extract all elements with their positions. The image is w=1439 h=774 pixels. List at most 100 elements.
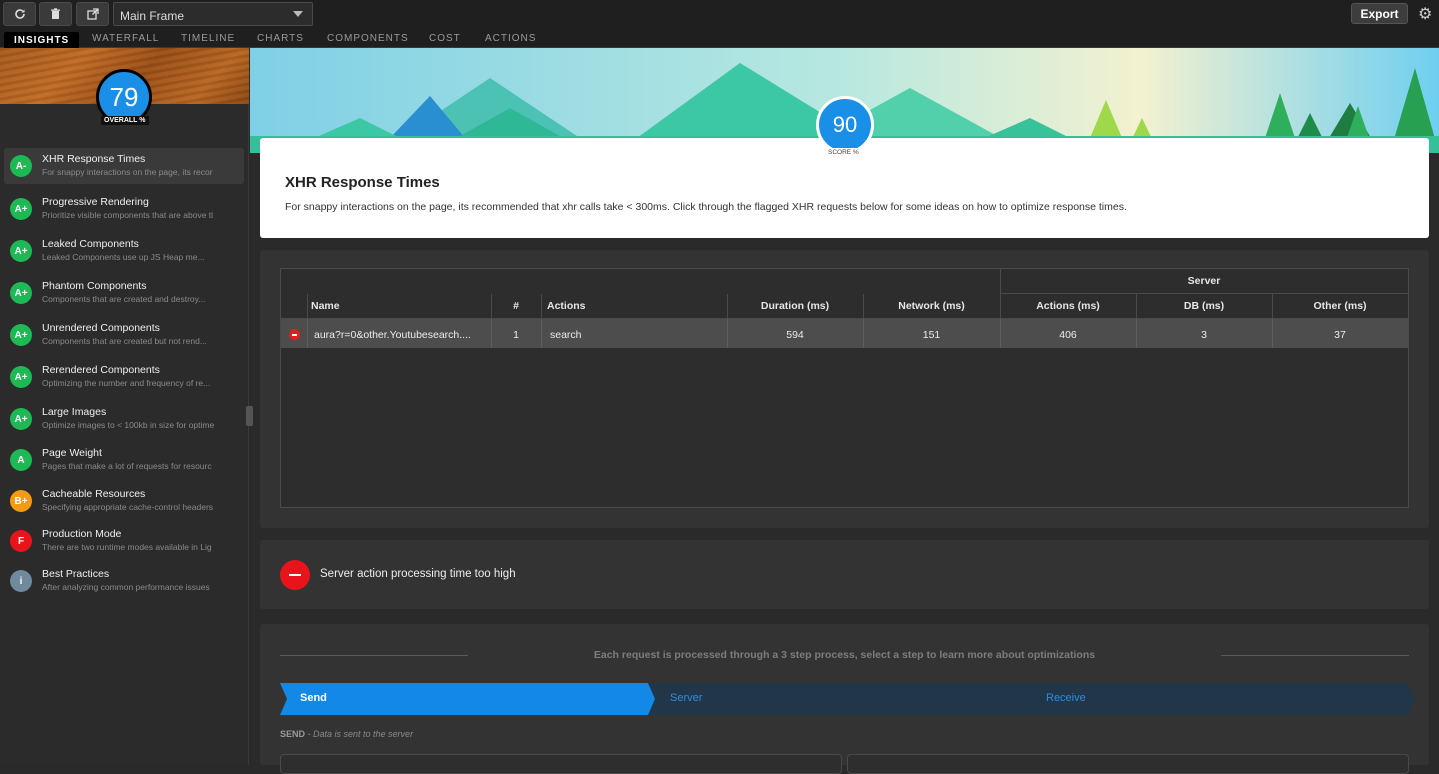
grade-badge: A-	[10, 155, 32, 177]
insights-sidebar: 79 OVERALL % A- XHR Response Times For sna…	[0, 48, 249, 765]
sidebar-item-description: Pages that make a lot of requests for re…	[42, 461, 212, 471]
refresh-icon	[14, 9, 25, 19]
sidebar-item[interactable]: B+ Cacheable Resources Specifying appropri…	[4, 483, 244, 519]
sidebar-resize-handle[interactable]	[246, 406, 253, 426]
step-caption: SEND - Data is sent to the server	[280, 729, 413, 739]
col-header-name[interactable]: Name	[311, 300, 340, 312]
xhr-table: Server Name # Actions Duration (ms) Netw…	[280, 268, 1409, 508]
grade-badge: A+	[10, 366, 32, 388]
sidebar-item[interactable]: A+ Progressive Rendering Prioritize visibl…	[4, 191, 244, 227]
sidebar-item-title: Large Images	[42, 406, 107, 418]
cell-count: 1	[513, 329, 519, 341]
clear-button[interactable]	[39, 2, 72, 26]
grade-badge: A+	[10, 282, 32, 304]
tab-timeline[interactable]: TIMELINE	[181, 33, 235, 44]
sidebar-item[interactable]: A- XHR Response Times For snappy interacti…	[4, 148, 244, 184]
sidebar-item-title: Leaked Components	[42, 238, 139, 250]
step-arrows	[280, 683, 1415, 715]
insight-score: 90	[816, 96, 874, 154]
tab-components[interactable]: COMPONENTS	[327, 33, 409, 44]
sidebar-item[interactable]: A Page Weight Pages that make a lot of req…	[4, 442, 244, 478]
sidebar-item[interactable]: F Production Mode There are two runtime mo…	[4, 523, 244, 559]
tab-actions[interactable]: ACTIONS	[485, 33, 536, 44]
tab-cost[interactable]: COST	[429, 33, 461, 44]
insight-title: XHR Response Times	[285, 174, 440, 191]
server-group-header: Server	[1187, 275, 1221, 287]
sidebar-item-title: Production Mode	[42, 528, 122, 540]
popout-button[interactable]	[76, 2, 109, 26]
tab-waterfall[interactable]: WATERFALL	[92, 33, 159, 44]
tab-insights[interactable]: INSIGHTS	[4, 32, 80, 49]
cell-db: 3	[1201, 329, 1207, 341]
gear-icon[interactable]: ⚙	[1418, 4, 1432, 24]
export-button[interactable]: Export	[1351, 3, 1408, 24]
detail-box-right	[847, 754, 1409, 774]
grade-badge: A+	[10, 408, 32, 430]
sidebar-item-title: Cacheable Resources	[42, 488, 146, 500]
cell-server-actions: 406	[1059, 329, 1077, 341]
sidebar-item-description: Leaked Components use up JS Heap me...	[42, 252, 205, 262]
cell-name: aura?r=0&other.Youtubesearch....	[314, 329, 471, 341]
sidebar-item-title: XHR Response Times	[42, 153, 146, 165]
sidebar-item[interactable]: A+ Unrendered Components Components that a…	[4, 317, 244, 353]
col-header-other[interactable]: Other (ms)	[1272, 300, 1408, 312]
grade-badge: A+	[10, 198, 32, 220]
sidebar-item-title: Progressive Rendering	[42, 196, 149, 208]
external-link-icon	[86, 8, 99, 20]
cell-action: search	[550, 329, 582, 341]
cell-other: 37	[1334, 329, 1346, 341]
cell-network: 151	[922, 329, 941, 341]
grade-badge: A	[10, 449, 32, 471]
error-icon	[280, 560, 310, 590]
sidebar-item-description: Components that are created but not rend…	[42, 336, 207, 346]
sidebar-item-description: Prioritize visible components that are a…	[42, 210, 214, 220]
chevron-down-icon	[293, 11, 303, 17]
sidebar-item-description: Optimizing the number and frequency of r…	[42, 378, 211, 388]
overall-score-label: OVERALL %	[101, 116, 149, 125]
sidebar-item[interactable]: A+ Large Images Optimize images to < 100kb…	[4, 401, 244, 437]
step-send-label[interactable]: Send	[300, 692, 327, 704]
col-header-actions[interactable]: Actions	[547, 300, 586, 312]
grade-badge: A+	[10, 324, 32, 346]
sidebar-item-description: Optimize images to < 100kb in size for o…	[42, 420, 215, 430]
sidebar-item-title: Phantom Components	[42, 280, 147, 292]
col-header-duration[interactable]: Duration (ms)	[727, 300, 863, 312]
detail-box-left	[280, 754, 842, 774]
col-header-network[interactable]: Network (ms)	[863, 300, 1000, 312]
step-server[interactable]	[648, 683, 1034, 715]
sidebar-item-title: Best Practices	[42, 568, 110, 580]
grade-badge: i	[10, 570, 32, 592]
sidebar-item[interactable]: i Best Practices After analyzing common pe…	[4, 563, 244, 599]
step-send[interactable]	[280, 683, 655, 715]
sidebar-item[interactable]: A+ Leaked Components Leaked Components use…	[4, 233, 244, 269]
refresh-button[interactable]	[3, 2, 36, 26]
grade-badge: F	[10, 530, 32, 552]
toolbar: Main Frame Export ⚙	[0, 0, 1439, 30]
step-receive-label[interactable]: Receive	[1046, 692, 1086, 704]
step-server-label[interactable]: Server	[670, 692, 702, 704]
col-header-count[interactable]: #	[491, 300, 541, 312]
col-header-db[interactable]: DB (ms)	[1136, 300, 1272, 312]
sidebar-item-description: Specifying appropriate cache-control hea…	[42, 502, 214, 512]
frame-select-value: Main Frame	[120, 9, 185, 23]
table-row[interactable]: aura?r=0&other.Youtubesearch.... 1 searc…	[281, 319, 1408, 348]
grade-badge: A+	[10, 240, 32, 262]
sidebar-item-description: There are two runtime modes available in…	[42, 542, 212, 552]
step-caption-text: - Data is sent to the server	[305, 729, 414, 739]
divider	[1221, 655, 1409, 656]
sidebar-item-description: For snappy interactions on the page, its…	[42, 167, 213, 177]
steps-caption: Each request is processed through a 3 st…	[593, 649, 1096, 661]
sidebar-item-title: Unrendered Components	[42, 322, 160, 334]
col-header-server-actions[interactable]: Actions (ms)	[1000, 300, 1136, 312]
sidebar-item-description: Components that are created and destroy.…	[42, 294, 206, 304]
sidebar-item[interactable]: A+ Phantom Components Components that are …	[4, 275, 244, 311]
insight-score-label: SCORE %	[826, 148, 861, 157]
step-caption-label: SEND	[280, 729, 306, 739]
sidebar-item[interactable]: A+ Rerendered Components Optimizing the nu…	[4, 359, 244, 395]
trash-icon	[51, 8, 60, 19]
sidebar-item-title: Page Weight	[42, 447, 102, 459]
tab-charts[interactable]: CHARTS	[257, 33, 304, 44]
divider	[280, 655, 468, 656]
sidebar-item-description: After analyzing common performance issue…	[42, 582, 210, 592]
frame-select[interactable]: Main Frame	[113, 2, 313, 26]
